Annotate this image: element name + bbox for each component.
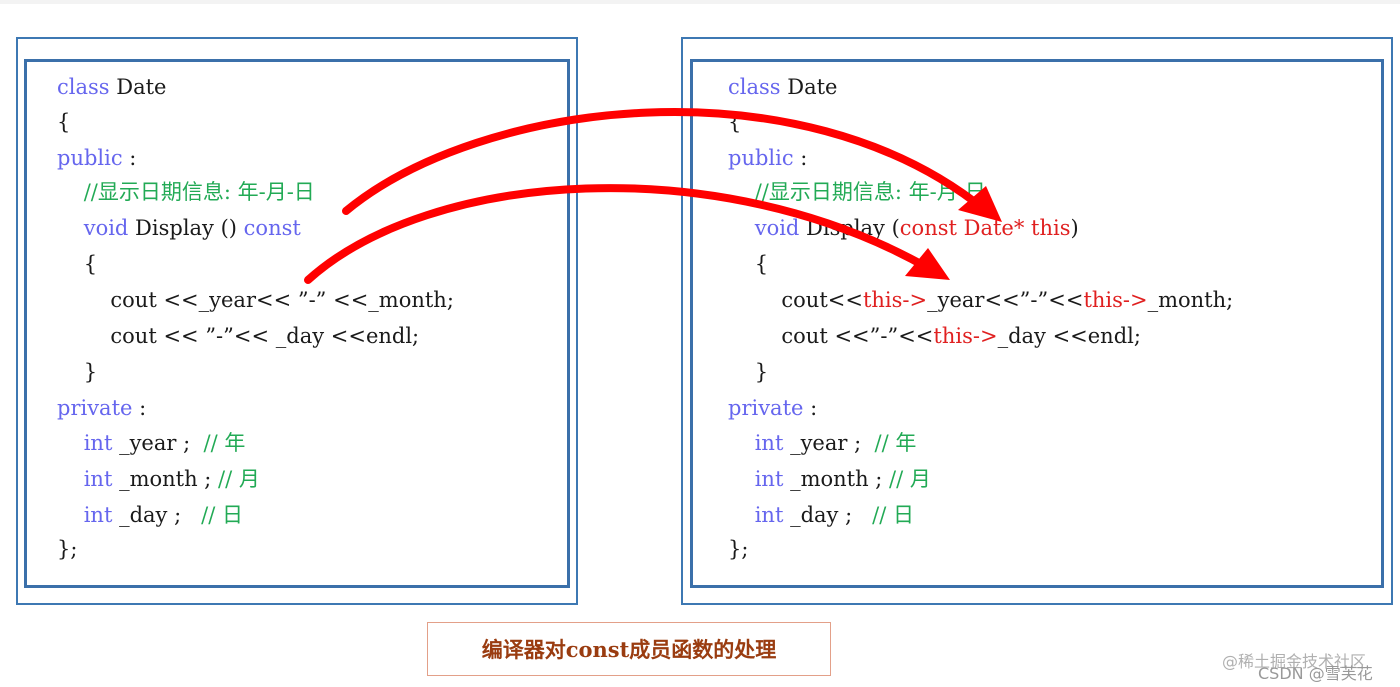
code-line: //显示日期信息: 年-月-日 <box>728 177 986 207</box>
code-line: }; <box>57 534 77 564</box>
code-line: cout <<_year<< ”-” <<_month; <box>57 285 454 315</box>
code-token: { <box>728 252 769 276</box>
code-token: _year ; <box>112 431 204 455</box>
code-line: cout<<this->_year<<”-”<<this->_month; <box>728 285 1233 315</box>
keyword-token: public <box>57 146 123 170</box>
highlight-token: this-> <box>933 324 998 348</box>
code-token: { <box>57 252 98 276</box>
code-token: _day ; <box>112 503 202 527</box>
caption-box: 编译器对const成员函数的处理 <box>427 622 831 676</box>
code-token: _year<<”-”<< <box>927 288 1084 312</box>
code-token: } <box>728 360 769 384</box>
top-strip <box>0 0 1400 4</box>
code-line: cout <<”-”<<this->_day <<endl; <box>728 321 1141 351</box>
highlight-token: this-> <box>862 288 928 312</box>
code-token: cout <<_year<< ”-” <<_month; <box>57 288 454 312</box>
code-line: void Display (const Date* this) <box>728 213 1079 243</box>
keyword-token: int <box>83 467 113 491</box>
highlight-token: const Date* this <box>899 216 1071 240</box>
comment-token: // 日 <box>872 503 914 527</box>
code-token: _month ; <box>783 467 890 491</box>
code-token: cout << ”-”<< _day <<endl; <box>57 324 420 348</box>
code-token: : <box>793 146 808 170</box>
code-token: _year ; <box>783 431 875 455</box>
comment-token: // 月 <box>889 467 931 491</box>
keyword-token: private <box>728 396 804 420</box>
code-token: cout <<”-”<< <box>728 324 934 348</box>
code-line: class Date <box>57 72 166 102</box>
code-line: int _day ; // 日 <box>728 500 914 530</box>
code-line: public : <box>728 143 807 173</box>
code-token: cout<< <box>728 288 863 312</box>
code-token: Display () <box>128 216 244 240</box>
code-token: } <box>57 360 98 384</box>
code-line: private : <box>57 393 146 423</box>
code-line: int _day ; // 日 <box>57 500 243 530</box>
code-token: { <box>57 110 71 134</box>
code-token: Date <box>780 75 838 99</box>
code-token: : <box>803 396 818 420</box>
code-line: { <box>728 249 768 279</box>
code-line: { <box>728 107 741 137</box>
code-token: Date <box>109 75 167 99</box>
code-line: { <box>57 107 70 137</box>
code-token: Display ( <box>799 216 900 240</box>
comment-token: // 日 <box>201 503 243 527</box>
code-token: : <box>132 396 147 420</box>
code-line: { <box>57 249 97 279</box>
code-token: _day <<endl; <box>997 324 1141 348</box>
code-line: } <box>728 357 768 387</box>
comment-token: // 年 <box>203 431 246 455</box>
code-line: int _year ; // 年 <box>57 428 246 458</box>
keyword-token: const <box>243 216 301 240</box>
code-line: int _month ; // 月 <box>728 464 931 494</box>
right-code-panel: class Date { public : //显示日期信息: 年-月-日 void… <box>690 59 1384 588</box>
keyword-token: int <box>754 467 784 491</box>
code-line: //显示日期信息: 年-月-日 <box>57 177 315 207</box>
code-line: public : <box>57 143 136 173</box>
code-line: int _year ; // 年 <box>728 428 917 458</box>
highlight-token: this-> <box>1083 288 1148 312</box>
code-line: int _month ; // 月 <box>57 464 260 494</box>
code-token: }; <box>728 537 749 561</box>
code-token: : <box>122 146 137 170</box>
keyword-token: class <box>57 75 110 99</box>
comment-token: //显示日期信息: 年-月-日 <box>728 180 986 204</box>
code-line: void Display () const <box>57 213 301 243</box>
code-line: } <box>57 357 97 387</box>
keyword-token: int <box>83 503 113 527</box>
code-line: }; <box>728 534 748 564</box>
comment-token: // 年 <box>874 431 917 455</box>
keyword-token: private <box>57 396 133 420</box>
watermark-csdn: CSDN @雪芙花 <box>1258 664 1373 683</box>
keyword-token: int <box>754 431 784 455</box>
keyword-token: class <box>728 75 781 99</box>
code-line: cout << ”-”<< _day <<endl; <box>57 321 419 351</box>
code-token: _month; <box>1147 288 1234 312</box>
comment-token: // 月 <box>218 467 260 491</box>
keyword-token: void <box>83 216 129 240</box>
keyword-token: int <box>83 431 113 455</box>
code-line: class Date <box>728 72 837 102</box>
code-token: { <box>728 110 742 134</box>
keyword-token: public <box>728 146 794 170</box>
caption-text: 编译器对const成员函数的处理 <box>481 637 777 662</box>
keyword-token: int <box>754 503 784 527</box>
comment-token: //显示日期信息: 年-月-日 <box>57 180 315 204</box>
code-token: _day ; <box>783 503 873 527</box>
keyword-token: void <box>754 216 800 240</box>
code-token: _month ; <box>112 467 219 491</box>
code-line: private : <box>728 393 817 423</box>
code-token: }; <box>57 537 78 561</box>
left-code-panel: class Date { public : //显示日期信息: 年-月-日 void… <box>24 59 570 588</box>
code-token: ) <box>1070 216 1079 240</box>
